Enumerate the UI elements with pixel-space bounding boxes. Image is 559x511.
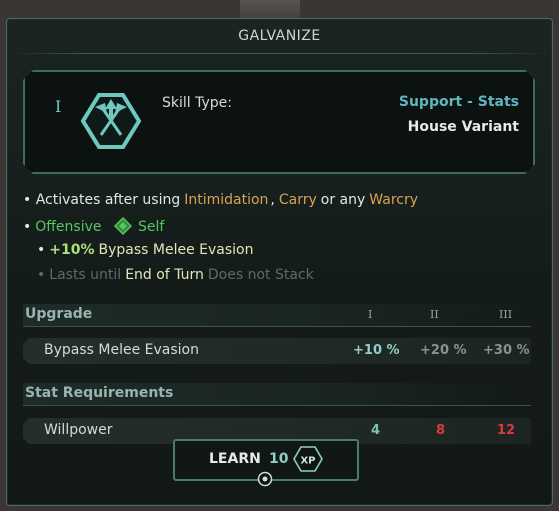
upgrade-value-tier-2: +20 % bbox=[420, 343, 467, 358]
skill-type-value: Support - Stats bbox=[398, 94, 519, 110]
effect-line: • +10% Bypass Melee Evasion bbox=[37, 242, 258, 258]
duration-line: • Lasts until End of Turn Does not Stack bbox=[37, 267, 318, 283]
activation-mid: or any bbox=[320, 192, 366, 208]
bullet: • bbox=[23, 219, 32, 235]
controller-select-icon bbox=[257, 471, 273, 487]
skill-title: GALVANIZE bbox=[238, 28, 321, 44]
skill-variant: House Variant bbox=[407, 119, 519, 135]
upgrade-row: Bypass Melee Evasion +10 % +20 % +30 % bbox=[23, 338, 531, 364]
upgrade-row-name: Bypass Melee Evasion bbox=[44, 342, 199, 358]
xp-label: XP bbox=[300, 456, 315, 467]
trigger-skill-warcry: Warcry bbox=[369, 192, 419, 208]
bullet: • bbox=[37, 242, 46, 258]
requirement-stat-name: Willpower bbox=[44, 422, 113, 438]
tier-3-label: III bbox=[499, 308, 513, 321]
trigger-skill-carry: Carry bbox=[278, 192, 317, 208]
requirement-tier-1: 4 bbox=[371, 423, 381, 438]
stat-requirements-header: Stat Requirements bbox=[23, 383, 531, 406]
learn-cost: 10 bbox=[269, 451, 289, 467]
stat-requirements-label: Stat Requirements bbox=[25, 385, 174, 401]
crossed-axes-hex-icon bbox=[79, 91, 143, 151]
targeting-line: • Offensive Self bbox=[23, 216, 168, 236]
skill-tier: I bbox=[55, 97, 62, 116]
trigger-skill-intimidation: Intimidation bbox=[184, 192, 269, 208]
activation-line: • Activates after using Intimidation, Carr… bbox=[23, 192, 422, 208]
xp-icon: XP bbox=[293, 446, 323, 472]
title-divider bbox=[7, 53, 552, 54]
green-diamond-icon bbox=[113, 216, 133, 236]
effect-amount: +10% bbox=[49, 242, 95, 258]
effect-name: Bypass Melee Evasion bbox=[98, 242, 254, 258]
tier-1-label: I bbox=[368, 308, 373, 321]
bullet: • bbox=[37, 267, 46, 283]
requirement-tier-2: 8 bbox=[436, 423, 446, 438]
skill-target: Self bbox=[137, 219, 165, 235]
upgrade-value-tier-1: +10 % bbox=[353, 343, 400, 358]
skill-kind: Offensive bbox=[35, 219, 102, 235]
duration-value: End of Turn bbox=[125, 267, 204, 283]
skill-summary-box: I Skill Type: Support - Stats House Vari… bbox=[23, 70, 535, 174]
skill-type-label: Skill Type: bbox=[162, 95, 232, 111]
upgrade-header-label: Upgrade bbox=[25, 306, 93, 322]
duration-prefix: Lasts until bbox=[49, 267, 122, 283]
separator: , bbox=[270, 192, 275, 208]
activation-prefix: • Activates after using bbox=[23, 192, 181, 208]
upgrade-header: Upgrade I II III bbox=[23, 304, 531, 327]
upgrade-value-tier-3: +30 % bbox=[483, 343, 530, 358]
skill-tooltip-panel: GALVANIZE I Skill Type: Support - Stats … bbox=[6, 18, 553, 506]
requirement-tier-3: 12 bbox=[497, 423, 516, 438]
stacking-note: Does not Stack bbox=[207, 267, 314, 283]
tier-2-label: II bbox=[430, 308, 439, 321]
learn-label: LEARN bbox=[209, 451, 261, 467]
